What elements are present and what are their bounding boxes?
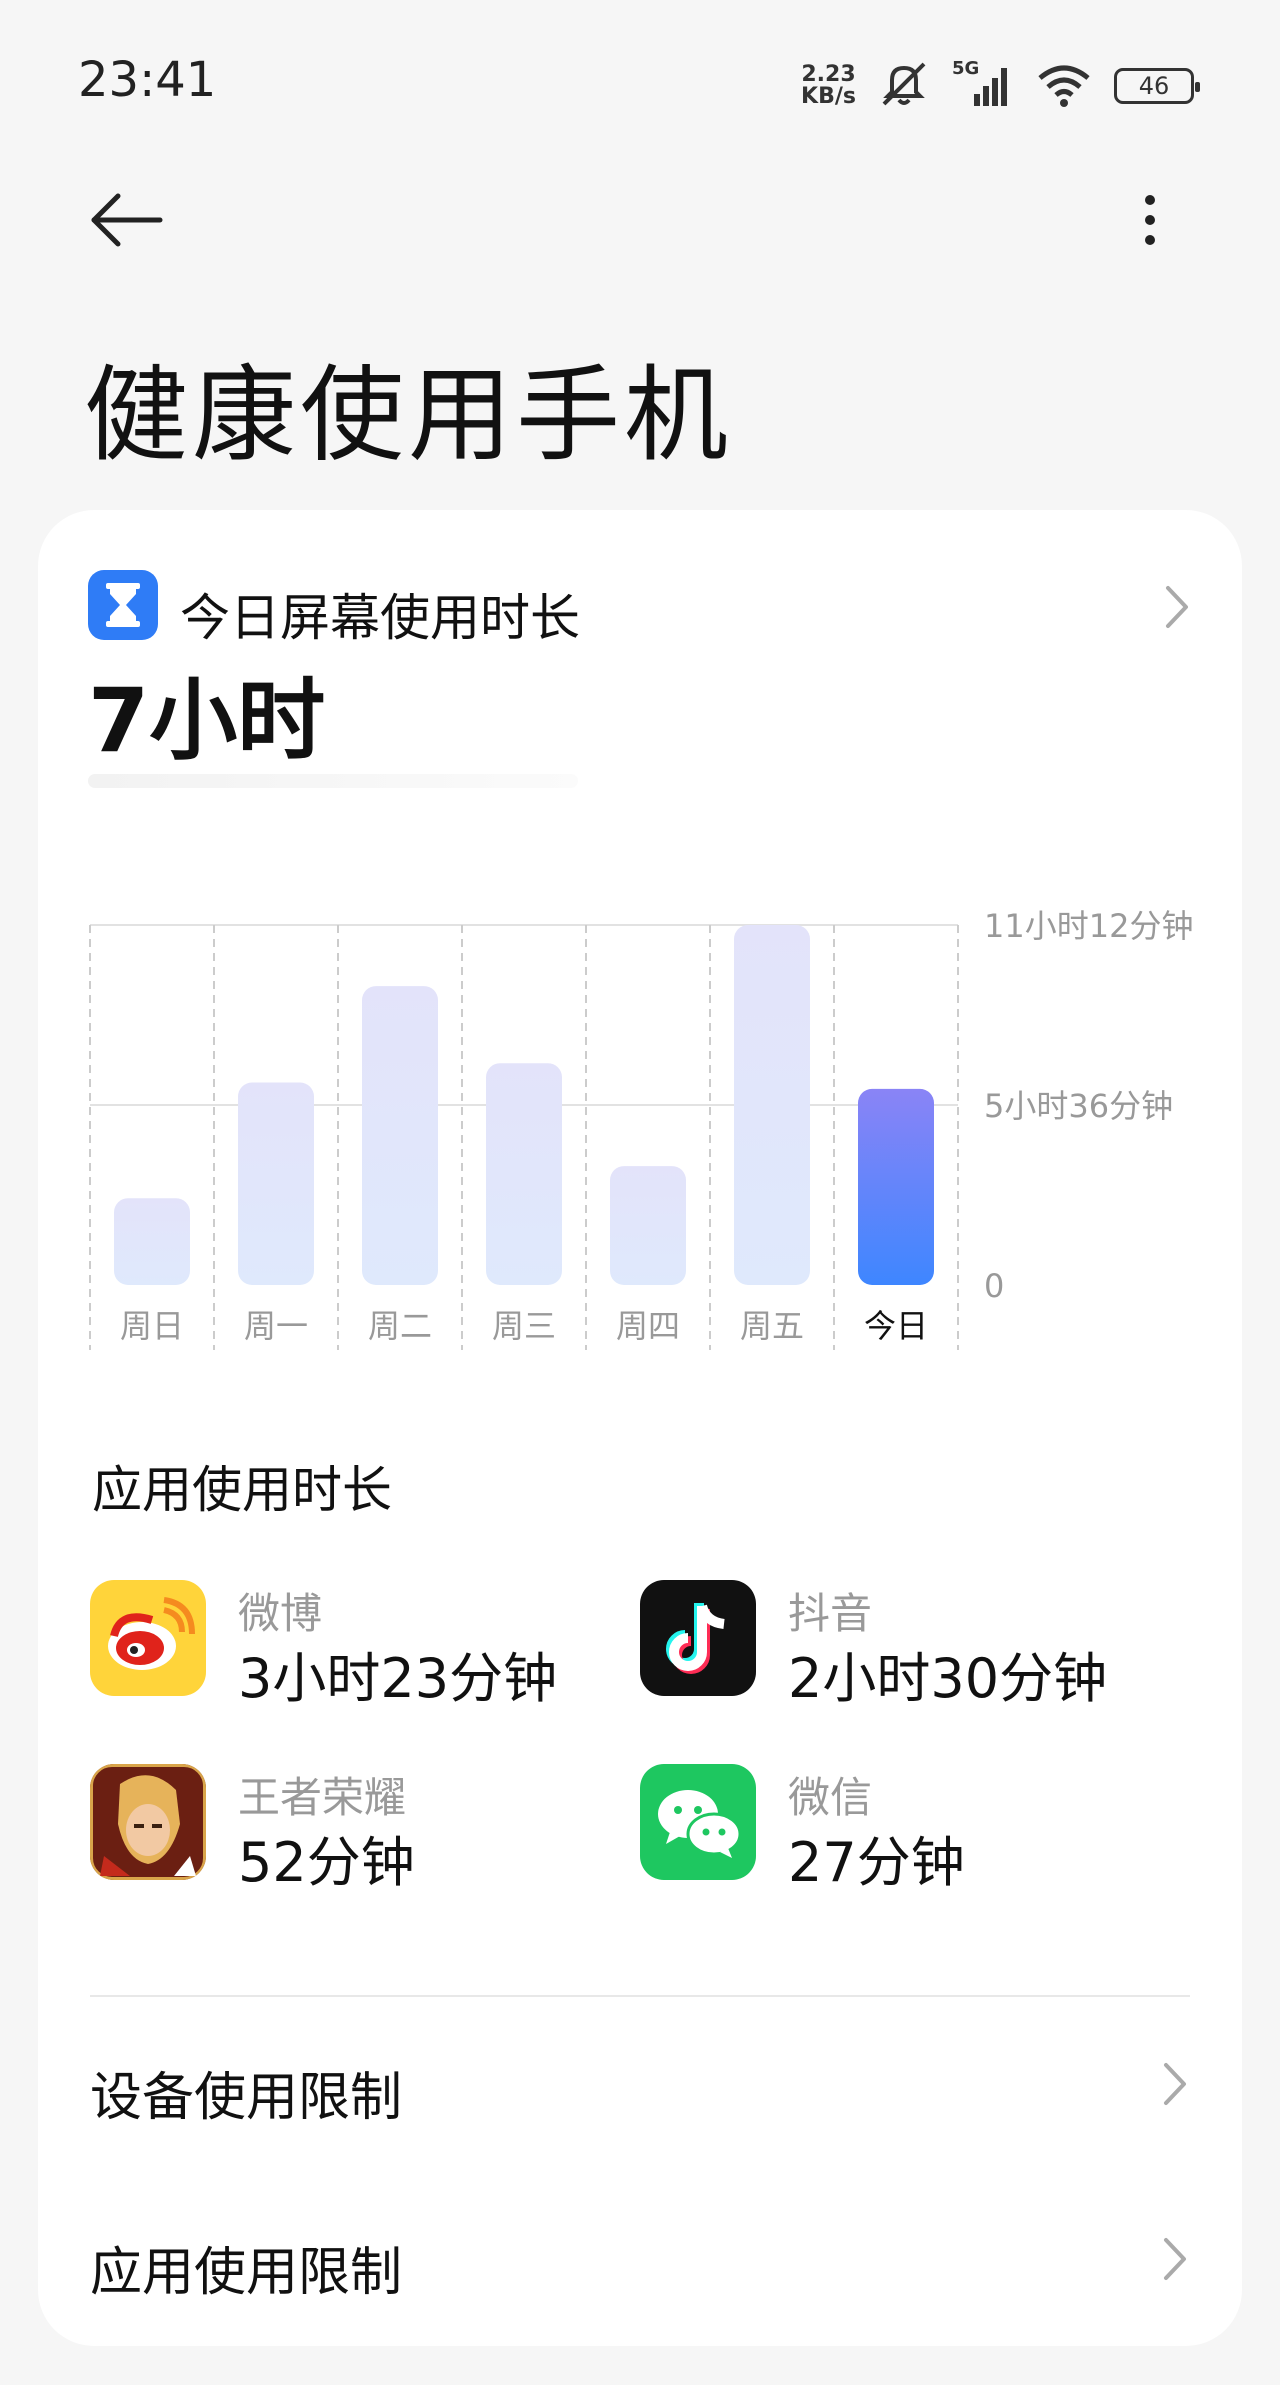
device-usage-limit-row[interactable]: 设备使用限制 — [90, 2025, 1190, 2145]
bar-6[interactable] — [858, 1088, 934, 1285]
weekly-usage-chart: 周日 周一 周二 周三 周四 周五 今日 11小时12分钟 5小时36分钟 0 — [38, 880, 1242, 1480]
app-time: 2小时30分钟 — [788, 1647, 1108, 1710]
bar-4[interactable] — [610, 1166, 686, 1285]
day-label: 周一 — [244, 1307, 308, 1345]
app-usage-limit-row[interactable]: 应用使用限制 — [90, 2200, 1190, 2320]
app-item-honor-of-kings[interactable]: 王者荣耀 52分钟 — [90, 1764, 610, 1894]
bar-1[interactable] — [238, 1082, 314, 1286]
day-label: 周五 — [740, 1307, 804, 1345]
status-bar: 23:41 2.23 KB/s 5G 46 — [0, 0, 1280, 160]
menu-label: 应用使用限制 — [90, 2243, 403, 2303]
honor-of-kings-icon — [90, 1764, 206, 1880]
app-time: 52分钟 — [238, 1831, 415, 1894]
wifi-icon — [1036, 58, 1092, 114]
network-type: 5G — [952, 58, 979, 79]
app-item-wechat[interactable]: 微信 27分钟 — [640, 1764, 1160, 1894]
y-tick-label: 0 — [984, 1267, 1004, 1305]
app-name: 微信 — [788, 1773, 873, 1822]
y-tick-label: 5小时36分钟 — [984, 1087, 1173, 1125]
day-label: 周日 — [120, 1307, 184, 1345]
day-label: 周二 — [368, 1307, 432, 1345]
bar-0[interactable] — [114, 1198, 190, 1285]
arrow-left-icon — [91, 193, 163, 247]
bar-5[interactable] — [734, 925, 810, 1285]
page-title: 健康使用手机 — [84, 354, 733, 476]
placeholder-bar — [88, 774, 578, 788]
signal-icon: 5G — [952, 58, 1014, 114]
app-name: 王者荣耀 — [238, 1773, 407, 1822]
y-tick-label: 11小时12分钟 — [984, 907, 1193, 945]
hourglass-icon — [88, 570, 158, 640]
usage-card: 今日屏幕使用时长 7小时 周日 周一 周二 周三 周四 周五 今日 11小时12分钟 5小时36… — [38, 510, 1242, 2346]
day-label: 今日 — [864, 1307, 928, 1345]
day-label: 周四 — [616, 1307, 680, 1345]
divider — [90, 1995, 1190, 1997]
app-time: 27分钟 — [788, 1831, 965, 1894]
weibo-icon — [90, 1580, 206, 1696]
screen-time-value: 7小时 — [88, 669, 326, 772]
top-nav — [0, 180, 1280, 260]
app-item-douyin[interactable]: 抖音 2小时30分钟 — [640, 1580, 1160, 1710]
wechat-icon — [640, 1764, 756, 1880]
chevron-right-icon — [1162, 582, 1192, 632]
mute-icon — [878, 58, 930, 114]
app-name: 抖音 — [788, 1589, 873, 1638]
app-usage-title: 应用使用时长 — [92, 1461, 392, 1519]
net-speed: 2.23 KB/s — [801, 62, 856, 109]
day-label: 周三 — [492, 1307, 556, 1345]
screen-time-header[interactable]: 今日屏幕使用时长 — [88, 560, 1192, 650]
back-button[interactable] — [86, 188, 166, 252]
battery-icon: 46 — [1114, 68, 1200, 104]
bar-2[interactable] — [362, 986, 438, 1285]
more-button[interactable] — [1130, 188, 1170, 252]
douyin-icon — [640, 1580, 756, 1696]
app-item-weibo[interactable]: 微博 3小时23分钟 — [90, 1580, 610, 1710]
bar-3[interactable] — [486, 1063, 562, 1285]
screen-time-label: 今日屏幕使用时长 — [180, 589, 580, 647]
status-time: 23:41 — [78, 52, 217, 108]
menu-label: 设备使用限制 — [90, 2068, 403, 2128]
more-vertical-icon — [1145, 195, 1155, 245]
weekly-usage-chart-svg: 周日 周一 周二 周三 周四 周五 今日 11小时12分钟 5小时36分钟 0 — [89, 907, 1193, 1350]
app-name: 微博 — [238, 1589, 323, 1638]
app-time: 3小时23分钟 — [238, 1647, 558, 1710]
chevron-right-icon — [1160, 2059, 1190, 2109]
status-icons: 2.23 KB/s 5G 46 — [801, 58, 1200, 114]
chevron-right-icon — [1160, 2234, 1190, 2284]
